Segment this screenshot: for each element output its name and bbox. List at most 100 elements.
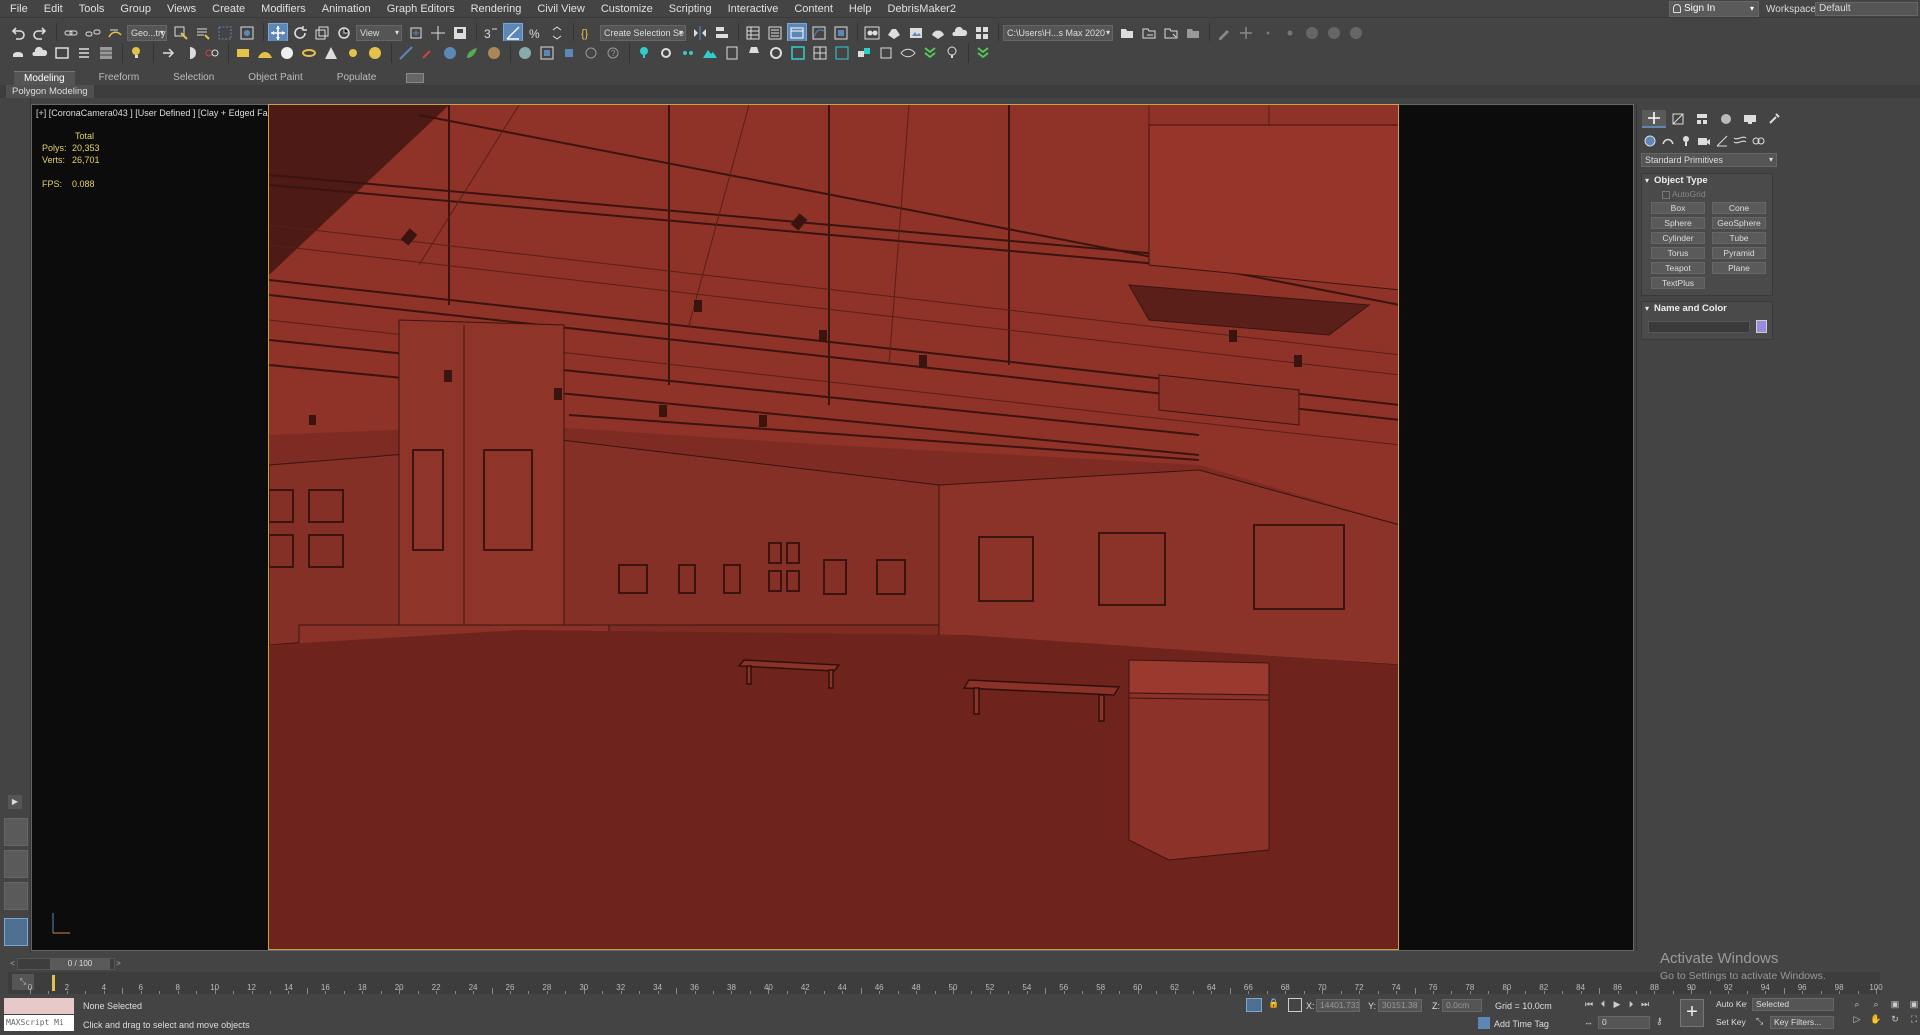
- hierarchy-tab-icon[interactable]: [1690, 110, 1714, 128]
- chevrons-down-green-icon[interactable]: [920, 43, 940, 63]
- dot-small-icon[interactable]: [1258, 23, 1278, 43]
- frame-icon[interactable]: [52, 43, 72, 63]
- lock-selection-icon[interactable]: 🔒: [1268, 998, 1280, 1012]
- time-slider-prev[interactable]: <: [8, 958, 17, 970]
- help-circle-icon[interactable]: ?: [603, 43, 623, 63]
- current-frame-field[interactable]: 0: [1598, 1016, 1650, 1029]
- ribbon-tab-object-paint[interactable]: Object Paint: [238, 71, 312, 85]
- schematic-view-icon[interactable]: [831, 23, 851, 43]
- render-elements-icon[interactable]: [537, 43, 557, 63]
- primitive-textplus-button[interactable]: TextPlus: [1651, 277, 1705, 289]
- motion-tab-icon[interactable]: [1714, 110, 1738, 128]
- menu-scripting[interactable]: Scripting: [661, 0, 720, 18]
- modify-tab-icon[interactable]: [1666, 110, 1690, 128]
- sphere-yellow-icon[interactable]: [365, 43, 385, 63]
- lamp-icon[interactable]: [744, 43, 764, 63]
- curve-editor-icon[interactable]: [809, 23, 829, 43]
- object-color-swatch[interactable]: [1756, 320, 1767, 333]
- keyboard-shortcut-icon[interactable]: [450, 23, 470, 43]
- autogrid-checkbox[interactable]: AutoGrid: [1642, 188, 1772, 200]
- mirror-icon[interactable]: [690, 23, 710, 43]
- key-set-select[interactable]: Selected: [1752, 998, 1834, 1011]
- mountain-icon[interactable]: [700, 43, 720, 63]
- menu-tools[interactable]: Tools: [71, 0, 113, 18]
- menu-graph-editors[interactable]: Graph Editors: [379, 0, 463, 18]
- undo-icon[interactable]: [8, 23, 28, 43]
- plane-yellow-icon[interactable]: [233, 43, 253, 63]
- primitive-geosphere-button[interactable]: GeoSphere: [1712, 217, 1766, 229]
- primitive-pyramid-button[interactable]: Pyramid: [1712, 247, 1766, 259]
- list-icon[interactable]: [74, 43, 94, 63]
- menu-civil-view[interactable]: Civil View: [529, 0, 592, 18]
- create-tab-icon[interactable]: [1642, 110, 1666, 128]
- mound-icon[interactable]: [255, 43, 275, 63]
- shapes-icon[interactable]: [1660, 133, 1676, 149]
- track-bar[interactable]: ⤡ 0 2 4 6 8 10 12 14 16 18 20 22 24 26 28 30 32 34 36 38 40 4…: [8, 972, 1883, 994]
- menu-create[interactable]: Create: [204, 0, 253, 18]
- percent-snap-icon[interactable]: %: [525, 23, 545, 43]
- primitive-box-button[interactable]: Box: [1651, 202, 1705, 214]
- cloud-icon[interactable]: [30, 43, 50, 63]
- menu-modifiers[interactable]: Modifiers: [253, 0, 314, 18]
- sign-in-button[interactable]: Sign In ▾: [1669, 1, 1759, 17]
- globe-icon[interactable]: [440, 43, 460, 63]
- primitive-category-select[interactable]: Standard Primitives: [1641, 153, 1777, 167]
- angle-snap-icon[interactable]: [503, 22, 523, 43]
- camera-safe-frame[interactable]: [268, 104, 1399, 950]
- menu-debrismaker2[interactable]: DebrisMaker2: [880, 0, 964, 18]
- select-manipulate-icon[interactable]: [428, 23, 448, 43]
- named-selection-select[interactable]: Create Selection Se: [600, 24, 686, 41]
- current-frame-marker[interactable]: [52, 975, 55, 991]
- circle-gray-icon[interactable]: [581, 43, 601, 63]
- auto-key-button[interactable]: Auto Key: [1712, 998, 1748, 1011]
- next-frame-icon[interactable]: ⏵: [1624, 998, 1638, 1010]
- go-to-start-icon[interactable]: ⏮: [1582, 998, 1596, 1010]
- teapot-icon[interactable]: [8, 43, 28, 63]
- cubes-icon[interactable]: [854, 43, 874, 63]
- layout-three-icon[interactable]: [4, 882, 28, 910]
- menu-interactive[interactable]: Interactive: [720, 0, 787, 18]
- book-icon[interactable]: [722, 43, 742, 63]
- viewport-label[interactable]: [+] [CoronaCamera043 ] [User Defined ] […: [36, 108, 287, 118]
- go-to-end-icon[interactable]: ⏭: [1638, 998, 1652, 1010]
- ring-icon[interactable]: [766, 43, 786, 63]
- primitive-cylinder-button[interactable]: Cylinder: [1651, 232, 1705, 244]
- set-project-icon[interactable]: [1183, 23, 1203, 43]
- sphere-white-icon[interactable]: [277, 43, 297, 63]
- lights-icon[interactable]: [1678, 133, 1694, 149]
- bulb-outline-icon[interactable]: [942, 43, 962, 63]
- systems-icon[interactable]: [1750, 133, 1766, 149]
- maxscript-mini-listener[interactable]: MAXScript Mi: [4, 1015, 74, 1031]
- menu-group[interactable]: Group: [112, 0, 159, 18]
- torus-icon[interactable]: [299, 43, 319, 63]
- primitive-cone-button[interactable]: Cone: [1712, 202, 1766, 214]
- create-key-button[interactable]: +: [1680, 999, 1704, 1027]
- dot-icon[interactable]: [1280, 23, 1300, 43]
- select-and-rotate-icon[interactable]: [290, 23, 310, 43]
- expand-icon[interactable]: [832, 43, 852, 63]
- absolute-mode-icon[interactable]: [1288, 998, 1302, 1012]
- table-icon[interactable]: [96, 43, 116, 63]
- particle-icon[interactable]: [678, 43, 698, 63]
- maxscript-listener-output[interactable]: [4, 998, 74, 1014]
- sun-icon[interactable]: [343, 43, 363, 63]
- primitive-sphere-button[interactable]: Sphere: [1651, 217, 1705, 229]
- render-window-icon[interactable]: [972, 23, 992, 43]
- asset-tracking-icon[interactable]: [1161, 23, 1181, 43]
- bind-space-warp-icon[interactable]: [105, 23, 125, 43]
- half-circle-icon[interactable]: [180, 43, 200, 63]
- menu-content[interactable]: Content: [786, 0, 841, 18]
- edit-icon[interactable]: [1214, 23, 1234, 43]
- utilities-tab-icon[interactable]: [1762, 110, 1786, 128]
- select-object-icon[interactable]: [171, 23, 191, 43]
- cameras-icon[interactable]: [1696, 133, 1712, 149]
- frame-teal-icon[interactable]: [788, 43, 808, 63]
- project-folder-select[interactable]: C:\Users\H...s Max 2020: [1003, 24, 1113, 41]
- play-icon[interactable]: ▶: [1610, 998, 1624, 1010]
- cone-icon[interactable]: [321, 43, 341, 63]
- orbit-icon[interactable]: ↻: [1888, 1013, 1902, 1025]
- time-slider-thumb[interactable]: 0 / 100: [50, 958, 110, 970]
- zoom-icon[interactable]: ⌕: [1850, 998, 1864, 1010]
- align-icon[interactable]: [712, 23, 732, 43]
- link-chain-icon[interactable]: [202, 43, 222, 63]
